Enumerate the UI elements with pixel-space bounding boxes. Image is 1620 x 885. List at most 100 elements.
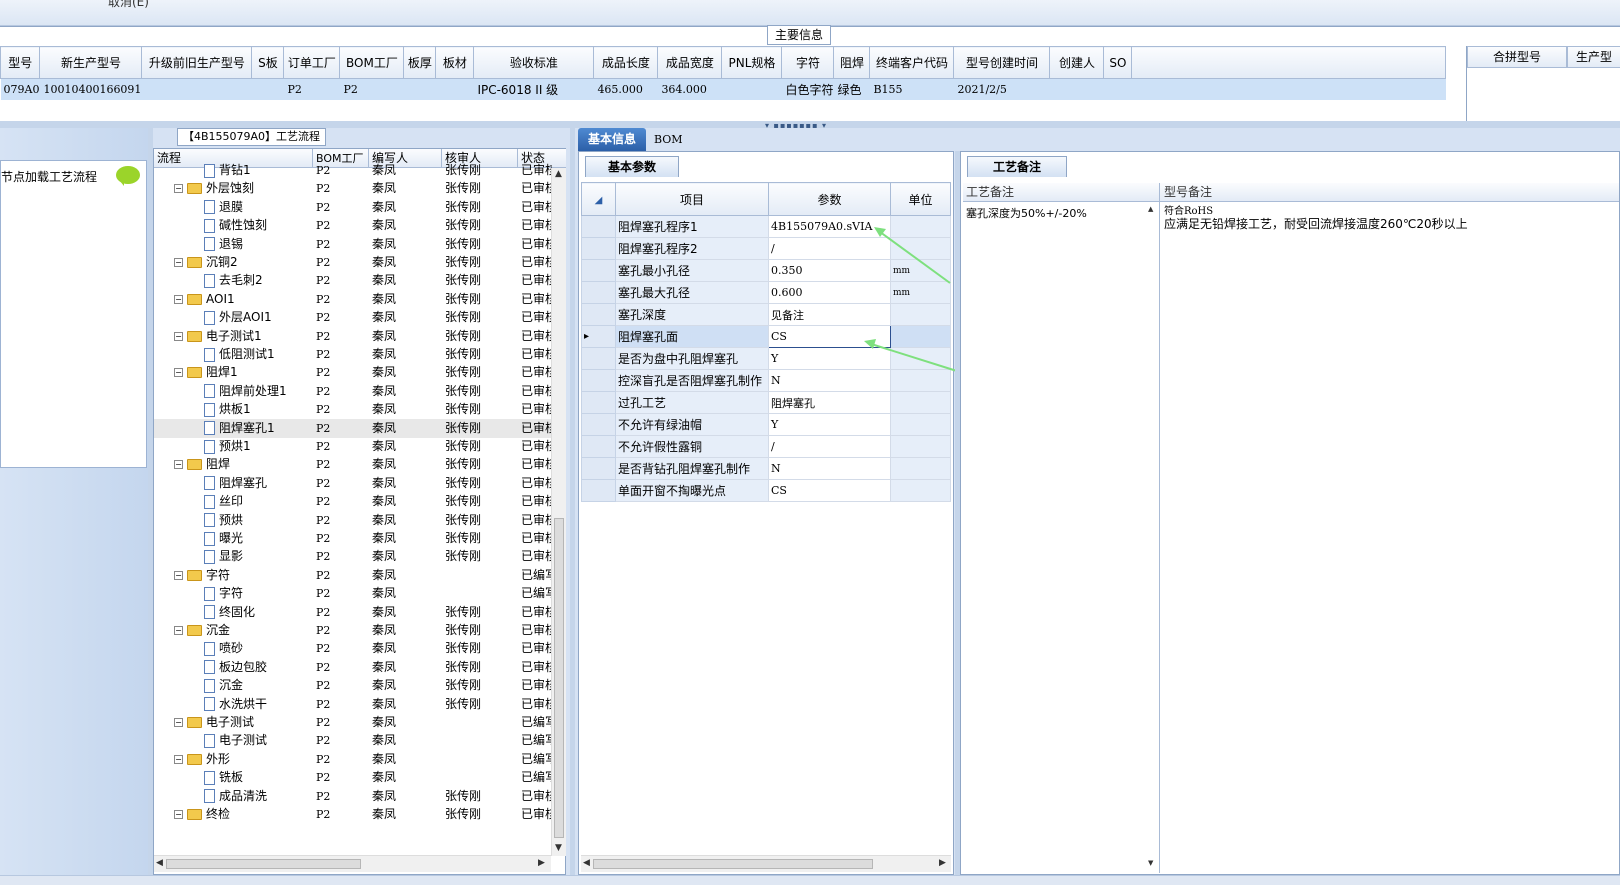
tree-row[interactable]: 铣板 P2 秦凤 已编写 <box>154 768 552 787</box>
param-unit-cell[interactable] <box>890 457 951 480</box>
grid-col-header[interactable]: 成品长度 <box>593 46 659 79</box>
tree-node[interactable]: − 电子测试 <box>174 713 314 732</box>
tree-row[interactable]: 退膜 P2 秦凤 张传刚 已审核 <box>154 198 552 217</box>
collapse-toggle-icon[interactable]: − <box>174 331 183 341</box>
collapse-toggle-icon[interactable]: − <box>174 368 183 378</box>
grid-col-header[interactable]: 阻焊 <box>833 46 871 79</box>
tree-node[interactable]: 退锡 <box>204 235 314 254</box>
tree-row[interactable]: − 阻焊1 P2 秦凤 张传刚 已审核 <box>154 363 552 382</box>
tree-row[interactable]: 板边包胶 P2 秦凤 张传刚 已审核 <box>154 658 552 677</box>
merge-model-header[interactable]: 合拼型号 <box>1467 46 1567 68</box>
grid-col-header[interactable]: 板厚 <box>403 46 437 79</box>
param-unit-cell[interactable] <box>890 391 951 414</box>
tree-row[interactable]: 退锡 P2 秦凤 张传刚 已审核 <box>154 235 552 254</box>
param-row[interactable]: 不允许假性露铜 / <box>581 435 951 458</box>
tree-row[interactable]: 低阻测试1 P2 秦凤 张传刚 已审核 <box>154 345 552 364</box>
tree-row[interactable]: 显影 P2 秦凤 张传刚 已审核 <box>154 547 552 566</box>
row-indicator[interactable] <box>581 457 616 480</box>
row-indicator[interactable]: ▸ <box>581 325 616 348</box>
tree-node[interactable]: 曝光 <box>204 529 314 548</box>
tree-row[interactable]: 背钻1 P2 秦凤 张传刚 已审核 <box>154 161 552 180</box>
tree-node[interactable]: 阻焊塞孔1 <box>204 419 314 438</box>
cancel-menu-label[interactable]: 取消(E) <box>108 0 149 10</box>
tree-node[interactable]: 去毛刺2 <box>204 271 314 290</box>
tree-row[interactable]: 沉金 P2 秦凤 张传刚 已审核 <box>154 676 552 695</box>
grid-cell[interactable]: B155 <box>869 78 955 100</box>
tree-row[interactable]: 水洗烘干 P2 秦凤 张传刚 已审核 <box>154 695 552 714</box>
grid-cell[interactable]: 白色字符 <box>781 78 835 100</box>
grid-cell[interactable] <box>1103 78 1133 100</box>
param-value-cell[interactable]: N <box>768 457 891 480</box>
row-indicator[interactable] <box>581 237 616 260</box>
col-item[interactable]: 项目 <box>615 182 769 216</box>
grid-cell[interactable]: P2 <box>283 78 341 100</box>
row-indicator[interactable] <box>581 281 616 304</box>
tree-node[interactable]: 喷砂 <box>204 639 314 658</box>
param-value-cell[interactable]: / <box>768 435 891 458</box>
tree-node[interactable]: − 字符 <box>174 566 314 585</box>
scroll-left-icon[interactable]: ◀ <box>583 858 590 868</box>
grid-col-header[interactable]: 创建人 <box>1049 46 1105 79</box>
tree-row[interactable]: 阻焊前处理1 P2 秦凤 张传刚 已审核 <box>154 382 552 401</box>
process-note-text[interactable]: 塞孔深度为50%+/-20% <box>966 205 1146 221</box>
row-indicator[interactable] <box>581 259 616 282</box>
scroll-up-icon[interactable]: ▲ <box>555 169 562 179</box>
tree-node[interactable]: 铣板 <box>204 768 314 787</box>
collapse-toggle-icon[interactable]: − <box>174 718 183 727</box>
tree-row[interactable]: 外层AOI1 P2 秦凤 张传刚 已审核 <box>154 308 552 327</box>
collapse-toggle-icon[interactable]: − <box>174 184 183 194</box>
collapse-toggle-icon[interactable]: − <box>174 460 183 470</box>
grid-cell[interactable]: P2 <box>339 78 405 100</box>
params-horizontal-scrollbar[interactable]: ◀ ▶ <box>581 855 951 872</box>
tree-node[interactable]: − 电子测试1 <box>174 327 314 346</box>
collapse-toggle-icon[interactable]: − <box>174 570 183 580</box>
model-note-text[interactable]: 符合RoHS 应满足无铅焊接工艺，耐受回流焊接温度260℃20秒以上 <box>1164 205 1614 231</box>
tree-row[interactable]: 去毛刺2 P2 秦凤 张传刚 已审核 <box>154 271 552 290</box>
param-value-cell[interactable]: CS <box>768 479 891 502</box>
param-unit-cell[interactable] <box>890 413 951 436</box>
tree-node[interactable]: 丝印 <box>204 492 314 511</box>
scroll-right-icon[interactable]: ▶ <box>538 858 545 868</box>
tree-row[interactable]: − 沉铜2 P2 秦凤 张传刚 已审核 <box>154 253 552 272</box>
grid-cell[interactable] <box>141 78 253 100</box>
row-indicator[interactable] <box>581 479 616 502</box>
grid-col-header[interactable]: 型号创建时间 <box>953 46 1051 79</box>
tree-node[interactable]: − 外层蚀刻 <box>174 179 314 198</box>
row-indicator[interactable] <box>581 369 616 392</box>
tree-node[interactable]: − 终检 <box>174 805 314 824</box>
row-indicator[interactable] <box>581 391 616 414</box>
col-process-note[interactable]: 工艺备注 <box>963 183 1014 202</box>
notes-divider[interactable] <box>1159 183 1160 873</box>
production-model-header[interactable]: 生产型 <box>1567 46 1620 68</box>
param-unit-cell[interactable] <box>890 435 951 458</box>
param-row[interactable]: 不允许有绿油帽 Y <box>581 413 951 436</box>
row-indicator[interactable] <box>581 303 616 326</box>
tree-node[interactable]: 沉金 <box>204 676 314 695</box>
param-corner[interactable]: ◢ <box>581 182 616 216</box>
tree-vertical-scrollbar[interactable]: ▲ ▼ <box>551 168 566 856</box>
row-indicator[interactable] <box>581 413 616 436</box>
tree-node[interactable]: 阻焊前处理1 <box>204 382 314 401</box>
grid-cell[interactable]: 364.000 <box>657 78 723 100</box>
col-unit[interactable]: 单位 <box>890 182 951 216</box>
grid-col-header[interactable]: BOM工厂 <box>339 46 405 79</box>
tree-row[interactable]: 预烘1 P2 秦凤 张传刚 已审核 <box>154 437 552 456</box>
collapse-toggle-icon[interactable]: − <box>174 294 183 304</box>
note-scrollbar[interactable]: ▲ ▼ <box>1146 205 1158 871</box>
tree-node[interactable]: 成品清洗 <box>204 787 314 806</box>
tree-row[interactable]: 烘板1 P2 秦凤 张传刚 已审核 <box>154 400 552 419</box>
params-hscroll-thumb[interactable] <box>593 859 873 869</box>
tree-hscroll-thumb[interactable] <box>166 859 361 869</box>
tree-node[interactable]: − 沉金 <box>174 621 314 640</box>
tree-row[interactable]: 喷砂 P2 秦凤 张传刚 已审核 <box>154 639 552 658</box>
grid-cell[interactable]: 2021/2/5 <box>953 78 1051 100</box>
tree-row[interactable]: 字符 P2 秦凤 已编写 <box>154 584 552 603</box>
collapse-toggle-icon[interactable]: − <box>174 754 183 764</box>
tab-basic-info[interactable]: 基本信息 <box>578 128 646 151</box>
tree-row[interactable]: 预烘 P2 秦凤 张传刚 已审核 <box>154 511 552 530</box>
param-row[interactable]: 单面开窗不掏曝光点 CS <box>581 479 951 502</box>
grid-col-header[interactable]: 成品宽度 <box>657 46 723 79</box>
collapse-toggle-icon[interactable]: − <box>174 258 183 267</box>
grid-col-header[interactable]: 终端客户代码 <box>869 46 955 79</box>
grid-cell[interactable]: 465.000 <box>593 78 659 100</box>
